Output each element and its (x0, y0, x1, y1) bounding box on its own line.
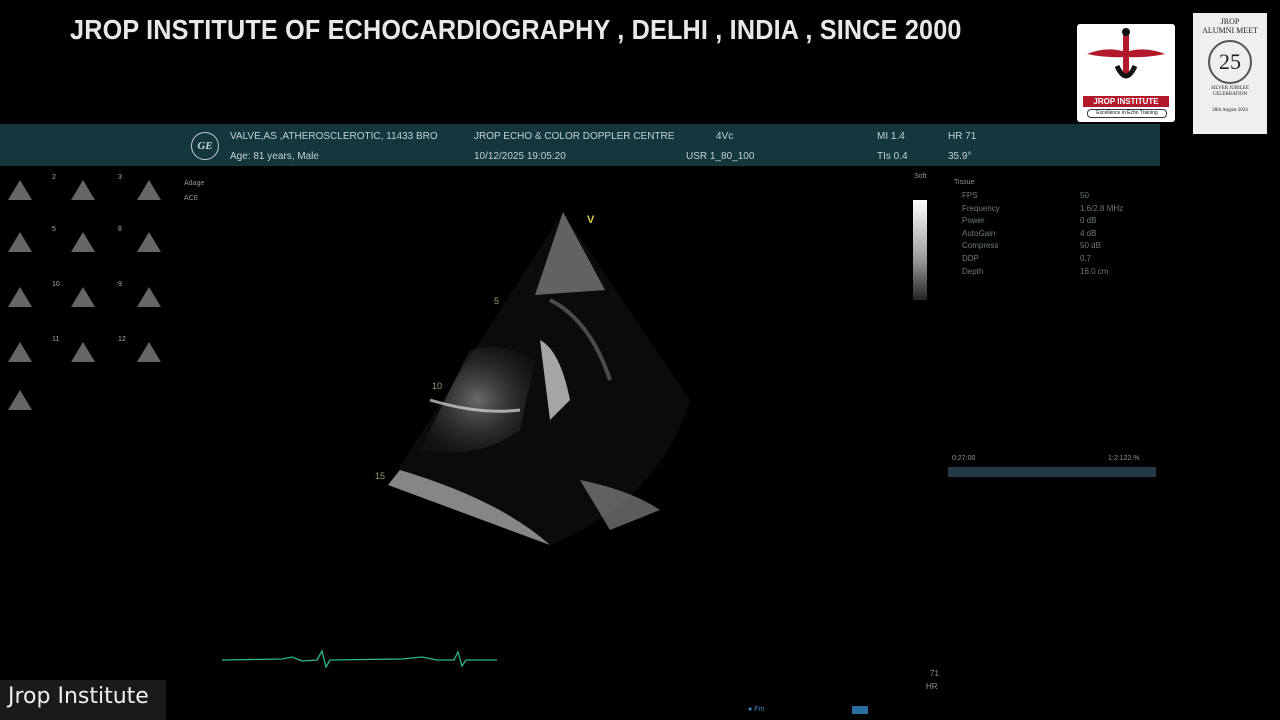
jrop-emblem-icon (1087, 28, 1165, 79)
params-labels: FPS Frequency Power AutoGain Compress DD… (962, 190, 1000, 278)
logo-caption: JROP INSTITUTE (1083, 96, 1169, 107)
timeline-left: 0:27:00 (952, 455, 976, 462)
timeline-right: 1:2:122.% (1108, 455, 1140, 462)
jrop-logo: JROP INSTITUTE Excellence in Echo Traini… (1077, 24, 1175, 122)
clip-thumbnail[interactable] (5, 285, 35, 311)
param-label: FPS (962, 191, 978, 200)
angle-value: 35.9° (948, 151, 972, 162)
play-icon: ● (748, 706, 753, 713)
age-line: Age: 81 years, Male (230, 151, 319, 162)
clip-thumbnail[interactable] (68, 230, 98, 256)
thumb-number: 10 (52, 281, 60, 288)
scan-datetime: 10/12/2025 19:05:20 (474, 151, 566, 162)
hr-bottom-value: 71 (930, 669, 939, 678)
cine-progress-bar[interactable] (948, 467, 1156, 477)
depth-mark-10: 10 (432, 381, 443, 391)
left-label-2: ACE (184, 195, 199, 202)
param-value: 0 dB (1080, 216, 1097, 226)
clip-thumbnail[interactable] (134, 178, 164, 204)
thumb-number: 3 (118, 174, 122, 181)
patient-line: VALVE,AS ,ATHEROSCLEROTIC, 11433 BRO (230, 131, 438, 142)
echo-sector-image (388, 212, 690, 545)
centre-name: JROP ECHO & COLOR DOPPLER CENTRE (474, 131, 675, 142)
ecg-trace (222, 649, 497, 669)
meet-date: 28th August 2024 (1212, 108, 1248, 113)
meet-line2: ALUMNI MEET (1202, 26, 1258, 35)
param-label: Depth (962, 266, 984, 276)
param-value: 16.0 cm (1080, 266, 1109, 276)
clip-thumbnail[interactable] (68, 178, 98, 204)
param-value: 0.7 (1080, 253, 1092, 263)
mi-value: MI 1.4 (877, 131, 905, 142)
params-values: 50 1.6/2.8 MHz 0 dB 4 dB 50 dB 0.7 16.0 … (1080, 190, 1123, 278)
clip-thumbnail[interactable] (5, 230, 35, 256)
clip-thumbnail[interactable] (68, 340, 98, 366)
tis-value: TIs 0.4 (877, 151, 908, 162)
param-label: AutoGain (962, 228, 996, 238)
clip-thumbnail[interactable] (68, 285, 98, 311)
grayscale-bar (913, 200, 927, 300)
clip-thumbnail[interactable] (5, 388, 35, 414)
thumb-number: 11 (52, 336, 60, 343)
hr-bottom-label: HR (926, 682, 938, 691)
thumb-number: 2 (52, 174, 56, 181)
meet-number: 25 (1208, 40, 1252, 84)
clip-thumbnail[interactable] (5, 178, 35, 204)
banner-title: JROP INSTITUTE OF ECHOCARDIOGRAPHY , DEL… (70, 14, 962, 45)
clip-thumbnail[interactable] (134, 340, 164, 366)
thumb-number: 5 (52, 226, 56, 233)
params-section: Tissue (954, 179, 975, 186)
scale-label: Soft (914, 173, 927, 180)
left-label-1: Adage (184, 180, 205, 187)
view-label: 4Vc (716, 131, 734, 142)
alumni-meet-badge: JROP ALUMNI MEET 25 SILVER JUBILEE CELEB… (1193, 13, 1267, 134)
depth-mark-5: 5 (494, 296, 500, 306)
param-label: DDP (962, 253, 979, 263)
logo-tagline: Excellence in Echo Training (1087, 109, 1167, 118)
thumb-number: 8 (118, 226, 122, 233)
param-value: 50 dB (1080, 241, 1101, 251)
clip-thumbnail[interactable] (134, 285, 164, 311)
frame-indicator-icon[interactable] (852, 706, 868, 714)
thumb-number: 9 (118, 281, 122, 288)
param-value: 50 (1080, 191, 1089, 200)
hr-value: HR 71 (948, 131, 977, 142)
sector-marker: V (587, 214, 595, 226)
param-label: Compress (962, 241, 999, 251)
thumb-number: 12 (118, 336, 126, 343)
depth-mark-15: 15 (375, 471, 386, 481)
param-label: Power (962, 216, 985, 226)
meet-sub2: CELEBRATION (1212, 92, 1248, 97)
participant-label: Jrop Institute (0, 680, 166, 720)
bottom-control[interactable]: ● Fm (748, 706, 764, 713)
usr-value: USR 1_80_100 (686, 151, 755, 162)
param-label: Frequency (962, 203, 1000, 213)
clip-thumbnail[interactable] (5, 340, 35, 366)
param-value: 1.6/2.8 MHz (1080, 203, 1124, 213)
bottom-control-text: Fm (754, 706, 765, 713)
thumbnail-strip[interactable]: 2 3 5 8 10 9 11 12 (0, 170, 180, 430)
meet-line1: JROP (1220, 17, 1240, 26)
clip-thumbnail[interactable] (134, 230, 164, 256)
param-value: 4 dB (1080, 228, 1097, 238)
ge-logo-icon: GE (191, 132, 219, 160)
